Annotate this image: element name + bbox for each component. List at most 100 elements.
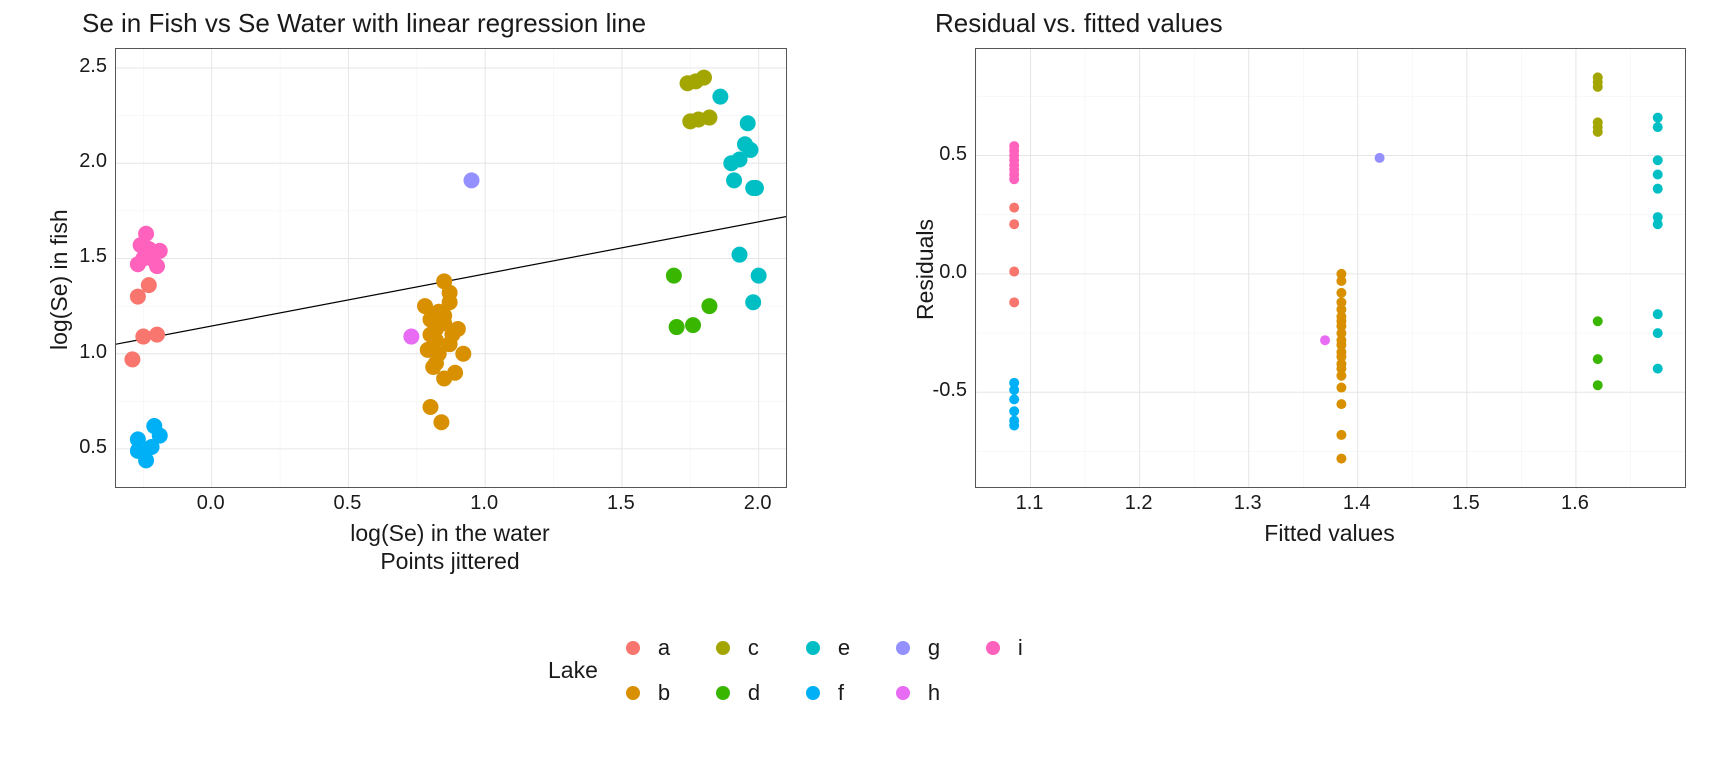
data-point [1653, 155, 1663, 165]
data-point [433, 414, 449, 430]
data-point [403, 329, 419, 345]
data-point [1336, 371, 1346, 381]
y-tick-label: 0.5 [915, 143, 967, 166]
x-tick-label: 1.2 [1114, 492, 1164, 515]
legend-dot-icon [896, 686, 910, 700]
data-point [701, 110, 717, 126]
x-tick-label: 2.0 [733, 492, 783, 515]
legend-item-i: i [978, 633, 1068, 663]
data-point [1336, 359, 1346, 369]
x-tick-label: 1.0 [459, 492, 509, 515]
legend-swatch [888, 678, 918, 708]
data-point [1336, 269, 1346, 279]
legend-dot-icon [716, 686, 730, 700]
data-point [723, 155, 739, 171]
data-point [1336, 347, 1346, 357]
data-point [1375, 153, 1385, 163]
data-point [1009, 141, 1019, 151]
x-tick-label: 0.0 [186, 492, 236, 515]
legend-label: c [748, 635, 759, 661]
figure-root: Se in Fish vs Se Water with linear regre… [0, 0, 1728, 768]
x-tick-label: 1.5 [1441, 492, 1491, 515]
data-point [1336, 430, 1346, 440]
y-tick-label: 2.5 [55, 55, 107, 78]
legend-label: g [928, 635, 940, 661]
legend-label: e [838, 635, 850, 661]
data-point [130, 443, 146, 459]
data-point [149, 327, 165, 343]
data-point [1593, 354, 1603, 364]
legend-label: i [1018, 635, 1023, 661]
data-point [455, 346, 471, 362]
data-point [696, 70, 712, 86]
legend-swatch [618, 633, 648, 663]
data-point [732, 247, 748, 263]
right-title: Residual vs. fitted values [935, 8, 1223, 39]
data-point [1336, 335, 1346, 345]
data-point [1336, 454, 1346, 464]
data-point [135, 329, 151, 345]
legend-label: d [748, 680, 760, 706]
data-point [436, 308, 452, 324]
legend-dot-icon [986, 641, 1000, 655]
data-point [1653, 212, 1663, 222]
legend-item-b: b [618, 678, 708, 708]
data-point [685, 317, 701, 333]
data-point [1320, 335, 1330, 345]
legend-item-g: g [888, 633, 978, 663]
data-point [1653, 113, 1663, 123]
data-point [1009, 385, 1019, 395]
left-plot-area [115, 48, 787, 488]
legend-swatch [888, 633, 918, 663]
left-x-label-line2: Points jittered [115, 548, 785, 575]
data-point [1336, 312, 1346, 322]
legend-dot-icon [896, 641, 910, 655]
data-point [1336, 399, 1346, 409]
data-point [425, 359, 441, 375]
x-tick-label: 1.4 [1332, 492, 1382, 515]
data-point [701, 298, 717, 314]
left-plot-svg [116, 49, 786, 487]
data-point [1653, 328, 1663, 338]
data-point [447, 365, 463, 381]
legend-dot-icon [626, 641, 640, 655]
x-tick-label: 1.5 [596, 492, 646, 515]
data-point [417, 298, 433, 314]
x-tick-label: 0.5 [322, 492, 372, 515]
data-point [748, 180, 764, 196]
data-point [666, 268, 682, 284]
data-point [742, 142, 758, 158]
data-point [745, 294, 761, 310]
data-point [149, 258, 165, 274]
legend-grid: acegibdfh [618, 625, 1068, 715]
data-point [1009, 394, 1019, 404]
right-y-label: Residuals [912, 219, 939, 320]
legend-dot-icon [626, 686, 640, 700]
data-point [1336, 321, 1346, 331]
legend-label: f [838, 680, 844, 706]
data-point [1593, 380, 1603, 390]
legend-item-a: a [618, 633, 708, 663]
data-point [751, 268, 767, 284]
left-x-label-line1: log(Se) in the water [115, 520, 785, 547]
legend-swatch [708, 633, 738, 663]
legend-item-c: c [708, 633, 798, 663]
data-point [1653, 309, 1663, 319]
legend-dot-icon [716, 641, 730, 655]
legend-swatch [798, 678, 828, 708]
legend-dot-icon [806, 686, 820, 700]
right-plot-svg [976, 49, 1685, 487]
data-point [144, 439, 160, 455]
left-title: Se in Fish vs Se Water with linear regre… [82, 8, 646, 39]
right-plot-area [975, 48, 1686, 488]
legend-item-d: d [708, 678, 798, 708]
legend-title: Lake [548, 657, 598, 684]
data-point [422, 399, 438, 415]
x-tick-label: 1.6 [1550, 492, 1600, 515]
data-point [1593, 117, 1603, 127]
legend-dot-icon [806, 641, 820, 655]
data-point [464, 172, 480, 188]
legend-label: b [658, 680, 670, 706]
x-tick-label: 1.1 [1005, 492, 1055, 515]
legend-swatch [708, 678, 738, 708]
